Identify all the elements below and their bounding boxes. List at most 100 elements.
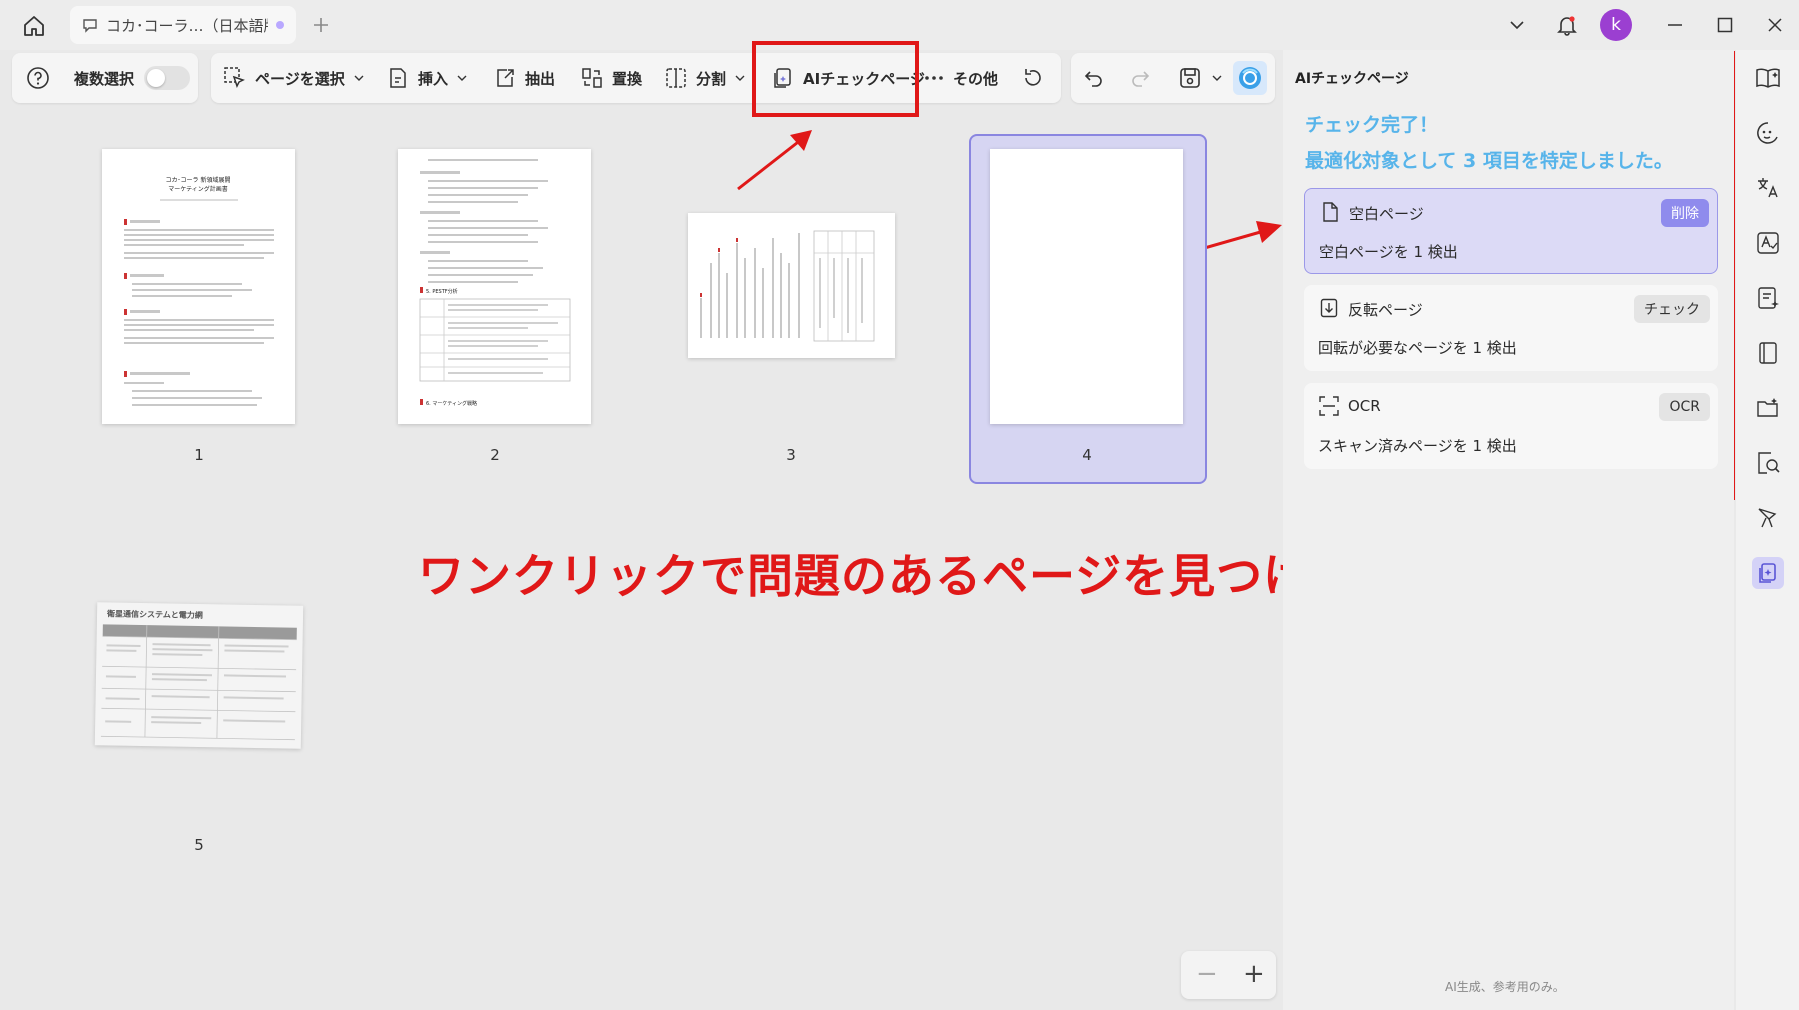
split-button[interactable]: 分割 [664,53,746,103]
rotated-document-preview [700,230,875,342]
summary-text: 最適化対象として 3 項目を特定しました。 [1305,150,1673,172]
page-thumbnail-3[interactable] [688,213,895,358]
new-tab-button[interactable] [308,12,334,38]
redo-icon[interactable] [1129,53,1151,103]
chevron-down-icon [354,75,364,81]
check-complete-text: チェック完了！ [1305,114,1439,136]
chevron-down-icon[interactable] [1211,53,1223,103]
blank-page-title: 空白ページ [1349,205,1424,223]
chevron-down-icon [457,75,467,81]
zoom-controls: − + [1181,951,1276,999]
page-number-3: 3 [786,446,796,464]
maximize-icon[interactable] [1708,8,1742,42]
extract-label: 抽出 [525,69,556,88]
ai-assistant-icon[interactable] [1233,61,1267,95]
delete-button[interactable]: 削除 [1661,199,1709,227]
p5-title: 衛星通信システムと電力網 [106,608,203,620]
unsaved-dot [276,21,284,29]
presentation-icon[interactable] [1752,502,1784,534]
rotated-page-icon [1318,297,1340,319]
check-button[interactable]: チェック [1634,295,1710,323]
home-icon[interactable] [18,10,50,42]
multi-select-group: 複数選択 [12,53,198,103]
multi-select-toggle[interactable] [144,53,190,103]
ai-check-panel: AIチェックページ チェック完了！ 最適化対象として 3 項目を特定しました。 … [1283,50,1734,1010]
close-icon[interactable] [1758,8,1792,42]
page-thumbnail-5[interactable]: 衛星通信システムと電力網 [94,602,304,749]
split-label: 分割 [696,69,727,88]
grammar-check-icon[interactable] [1752,227,1784,259]
help-icon[interactable] [26,53,50,103]
rotate-icon[interactable] [1021,53,1045,103]
comment-icon [82,17,98,33]
select-page-button[interactable]: ページを選択 [223,53,365,103]
page-thumbnail-1[interactable]: コカ･コーラ 新領域展開 マーケティング計画書 [102,149,295,424]
document-text-preview: コカ･コーラ 新領域展開 マーケティング計画書 [124,176,274,406]
page-tools-group: ページを選択 挿入 抽出 置換 分割 AIチェックページ その他 [211,53,1061,103]
blank-page-card[interactable]: 空白ページ 削除 空白ページを 1 検出 [1304,188,1718,274]
page-thumbnail-4[interactable] [990,149,1183,424]
book-open-icon[interactable] [1752,62,1784,94]
translate-icon[interactable] [1752,172,1784,204]
save-icon[interactable] [1178,53,1202,103]
replace-label: 置換 [612,69,643,88]
split-icon [666,68,686,88]
minimize-icon[interactable] [1658,8,1692,42]
select-page-label: ページを選択 [255,69,345,88]
p1-title-line1: コカ･コーラ 新領域展開 [166,176,231,184]
ai-summarize-icon[interactable] [1752,282,1784,314]
more-button[interactable]: その他 [923,53,998,103]
page-number-4: 4 [1082,446,1092,464]
bell-icon[interactable] [1550,8,1584,42]
chevron-down-icon[interactable] [1500,8,1534,42]
arrow-annotation-toolbar [737,130,812,191]
insert-button[interactable]: 挿入 [386,53,468,103]
right-tool-rail [1736,50,1799,1010]
page-number-1: 1 [194,446,204,464]
ocr-button[interactable]: OCR [1659,393,1710,421]
blank-page-icon [1319,201,1341,223]
replace-button[interactable]: 置換 [580,53,642,103]
ai-disclaimer: AI生成、参考用のみ。 [1445,980,1565,994]
rotated-page-desc: 回転が必要なページを 1 検出 [1318,339,1517,357]
replace-icon [582,68,602,88]
document-search-icon[interactable] [1752,447,1784,479]
folder-ai-icon[interactable] [1752,392,1784,424]
page-number-5: 5 [194,836,204,854]
document-text-preview: 5. PESTF分析 6. マーケティング戦略 [419,159,571,407]
insert-page-icon [390,68,406,88]
more-label: その他 [953,69,999,88]
panel-title: AIチェックページ [1295,71,1409,87]
rotated-page-card[interactable]: 反転ページ チェック 回転が必要なページを 1 検出 [1304,285,1718,371]
scan-icon [1318,395,1340,417]
tab-title: コカ･コーラ…（日本語版） [106,16,268,35]
p2-heading-strategy: 6. マーケティング戦略 [426,400,477,407]
insert-label: 挿入 [418,69,449,88]
ai-chat-icon[interactable] [1752,117,1784,149]
extract-icon [497,69,514,87]
page-number-2: 2 [490,446,500,464]
ocr-desc: スキャン済みページを 1 検出 [1318,437,1517,455]
cursor-select-icon [224,67,245,88]
p1-title-line2: マーケティング計画書 [168,185,228,193]
avatar[interactable]: k [1600,9,1632,41]
multi-select-label: 複数選択 [74,69,135,88]
highlight-box-ai-button [752,41,919,117]
ellipsis-icon [925,76,943,80]
ocr-title: OCR [1348,397,1381,415]
blank-page-desc: 空白ページを 1 検出 [1319,243,1458,261]
zoom-in-icon[interactable]: + [1243,959,1265,989]
undo-icon[interactable] [1083,53,1105,103]
scanned-table-preview: 衛星通信システムと電力網 [100,608,297,741]
edit-tools-group [1071,53,1275,103]
reader-book-icon[interactable] [1752,337,1784,369]
ocr-card[interactable]: OCR OCR スキャン済みページを 1 検出 [1304,383,1718,469]
document-tab[interactable]: コカ･コーラ…（日本語版） [70,6,296,44]
rotated-page-title: 反転ページ [1348,301,1423,319]
zoom-out-icon[interactable]: − [1196,959,1218,989]
page-thumbnail-2[interactable]: 5. PESTF分析 6. マーケティング戦略 [398,149,591,424]
extract-button[interactable]: 抽出 [493,53,555,103]
chevron-down-icon [735,75,745,81]
ai-check-page-icon[interactable] [1752,557,1784,589]
p2-heading-pest: 5. PESTF分析 [426,288,458,295]
